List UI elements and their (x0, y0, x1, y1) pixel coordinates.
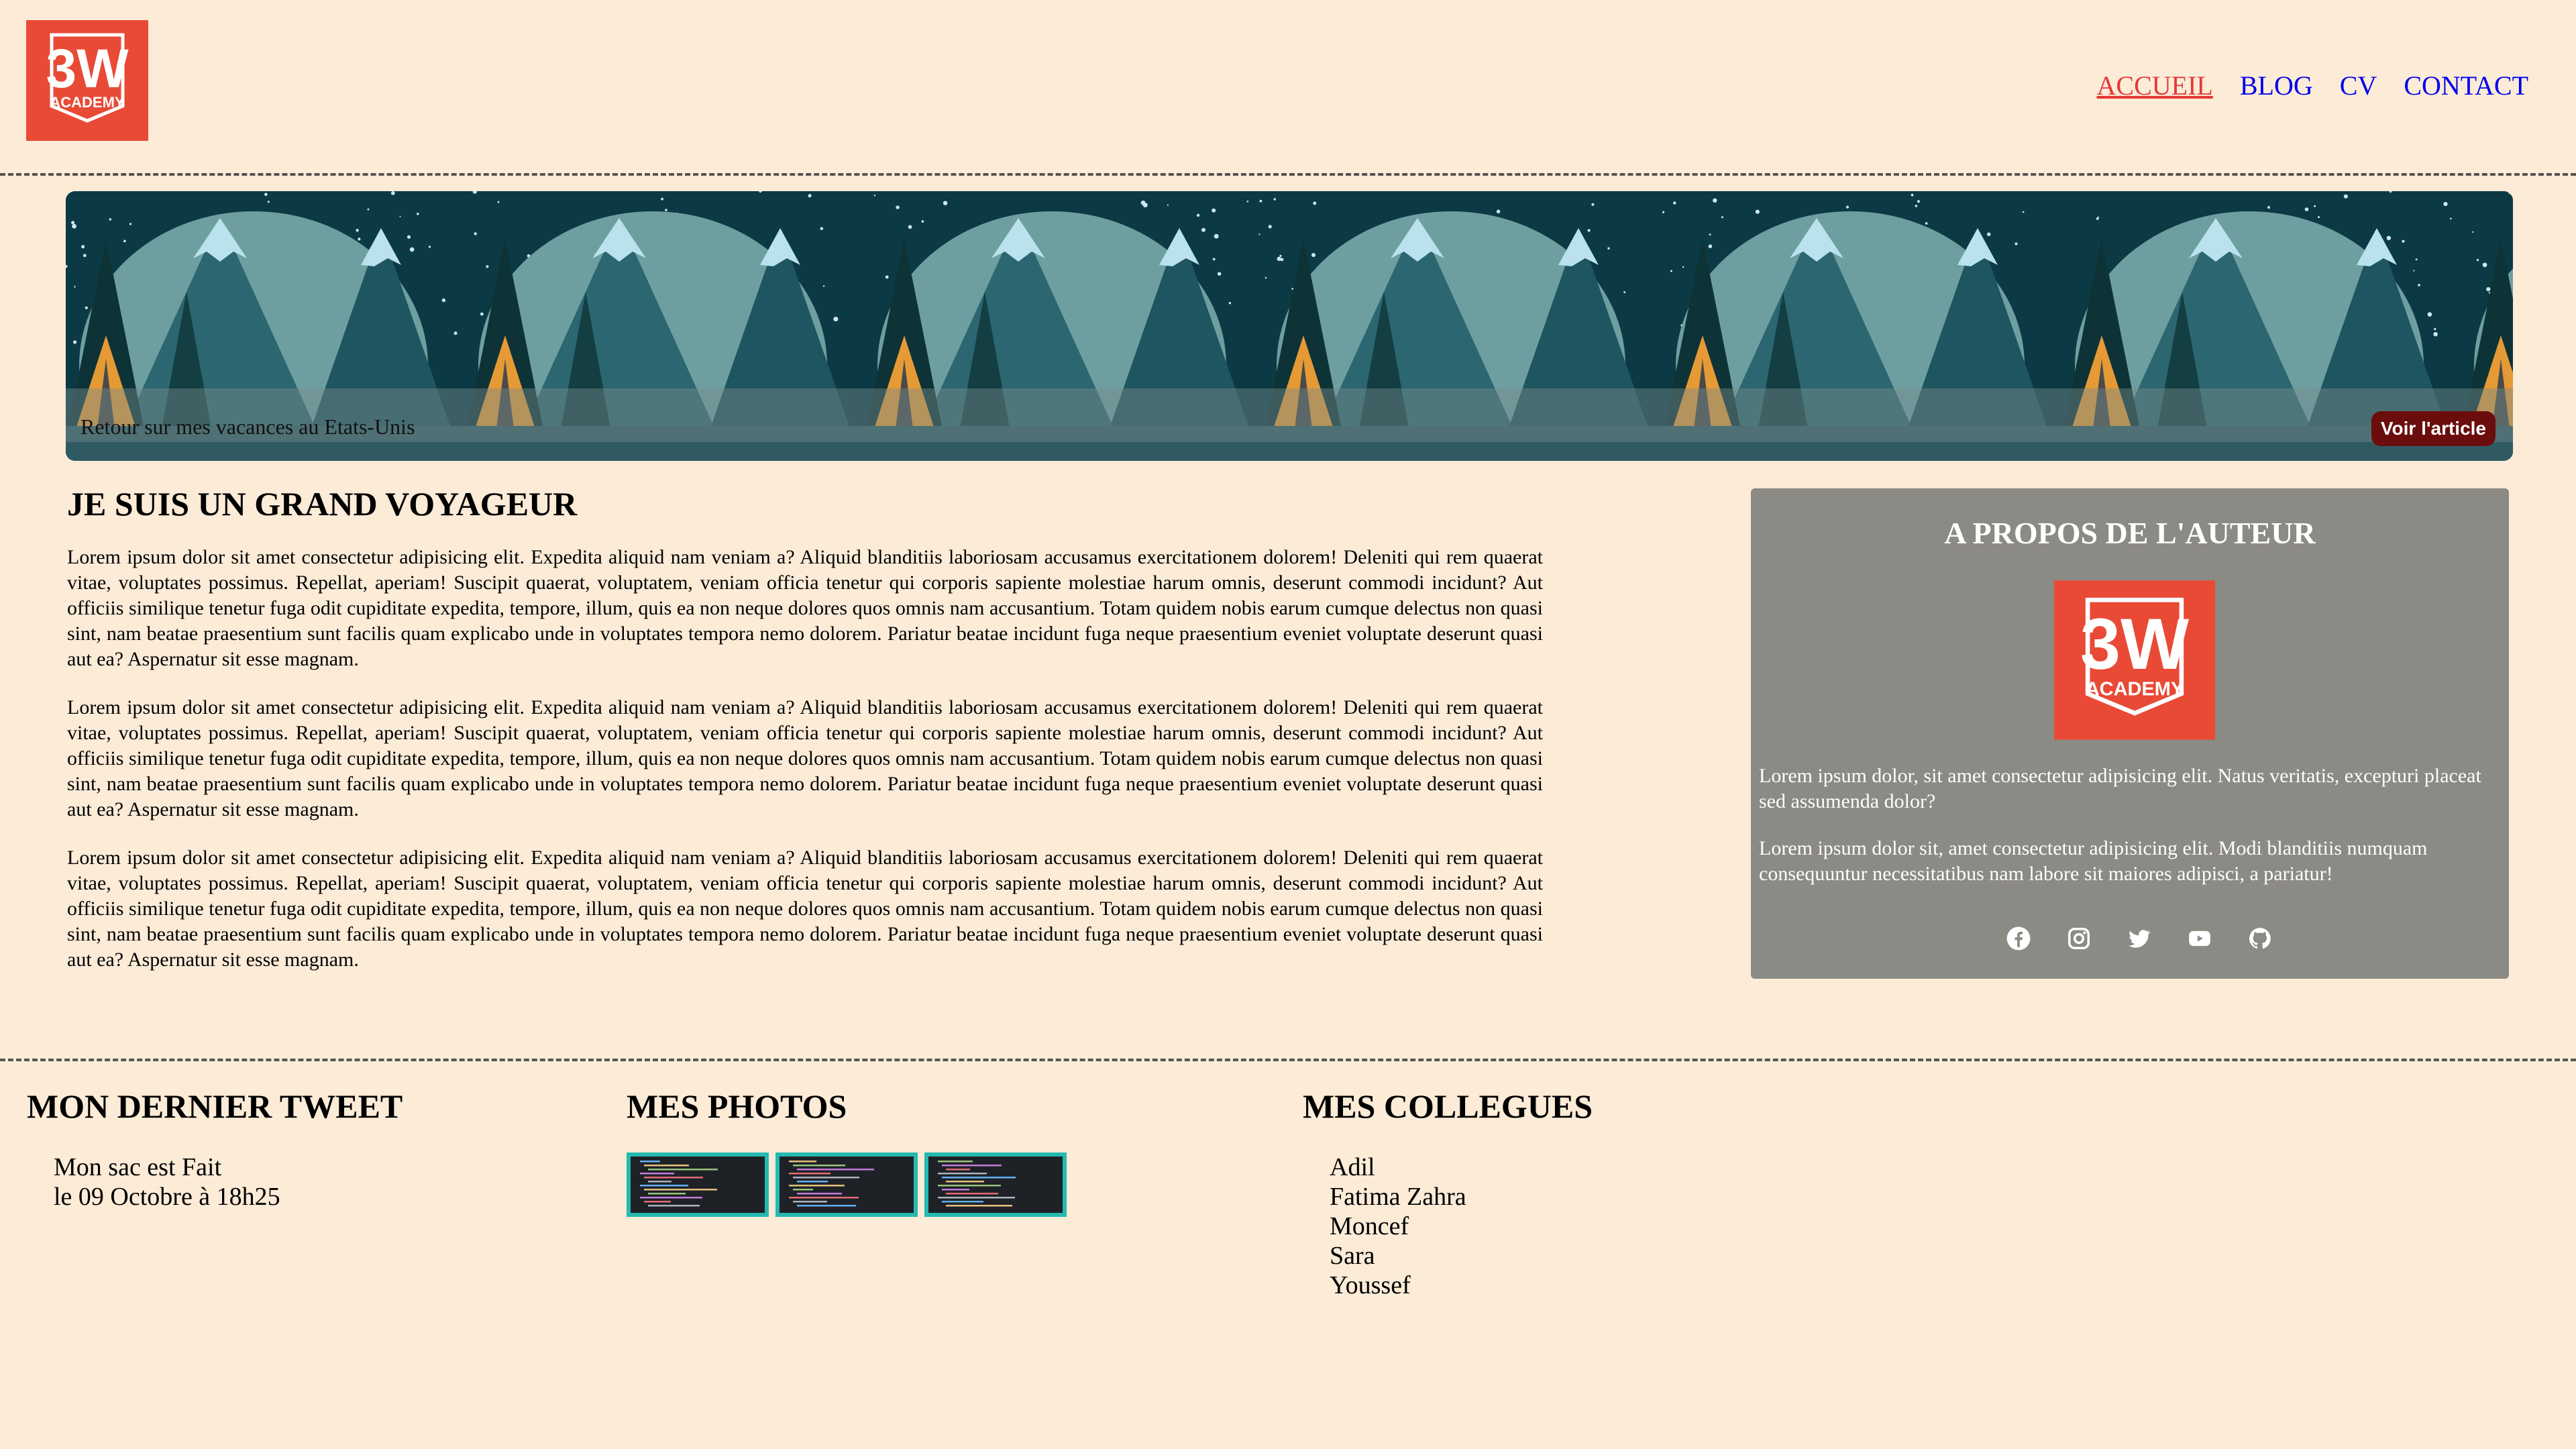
svg-text:3W: 3W (2080, 603, 2189, 684)
photos-section: MES PHOTOS (627, 1087, 1067, 1217)
youtube-icon[interactable] (2187, 926, 2212, 951)
article-paragraph: Lorem ipsum dolor sit amet consectetur a… (67, 847, 1543, 971)
colleagues-section: MES COLLEGUES Adil Fatima Zahra Moncef S… (1303, 1087, 1593, 1300)
photos-title: MES PHOTOS (627, 1087, 847, 1125)
nav-contact[interactable]: CONTACT (2404, 70, 2528, 101)
tweet-text: Mon sac est Fait (54, 1153, 222, 1181)
about-paragraph: Lorem ipsum dolor, sit amet consectetur … (1759, 765, 2481, 812)
article-title: JE SUIS UN GRAND VOYAGEUR (67, 485, 578, 523)
colleague-name: Adil (1330, 1153, 1375, 1181)
banner-caption-bar (66, 388, 2513, 442)
read-article-button[interactable]: Voir l'article (2371, 411, 2496, 446)
latest-tweet-section: MON DERNIER TWEET Mon sac est Fait le 09… (27, 1087, 402, 1212)
main-article: JE SUIS UN GRAND VOYAGEUR Lorem ipsum do… (67, 484, 1543, 996)
about-author-title: A PROPOS DE L'AUTEUR (1944, 516, 2316, 550)
main-nav: ACCUEIL BLOG CV CONTACT (2097, 70, 2528, 101)
nav-accueil[interactable]: ACCUEIL (2097, 70, 2213, 101)
nav-blog[interactable]: BLOG (2240, 70, 2313, 101)
svg-text:ACADEMY: ACADEMY (50, 94, 125, 111)
facebook-icon[interactable] (2006, 926, 2031, 951)
photo-thumbnail[interactable] (924, 1152, 1067, 1217)
banner-caption: Retour sur mes vacances au Etats-Unis (80, 415, 415, 439)
colleague-name: Fatima Zahra (1330, 1183, 1466, 1211)
site-header: 3W ACADEMY ACCUEIL BLOG CV CONTACT (0, 0, 2576, 176)
colleague-name: Moncef (1330, 1212, 1409, 1240)
author-avatar-logo: 3W ACADEMY (2054, 580, 2215, 740)
latest-tweet-title: MON DERNIER TWEET (27, 1087, 403, 1125)
site-footer: MON DERNIER TWEET Mon sac est Fait le 09… (0, 1059, 2576, 1449)
instagram-icon[interactable] (2066, 926, 2092, 951)
svg-text:3W: 3W (46, 38, 129, 99)
nav-cv[interactable]: CV (2340, 70, 2377, 101)
twitter-icon[interactable] (2127, 926, 2152, 951)
photo-gallery (627, 1152, 1067, 1217)
colleague-name: Sara (1330, 1242, 1375, 1270)
hero-banner: Retour sur mes vacances au Etats-Unis Vo… (66, 191, 2513, 461)
github-icon[interactable] (2247, 926, 2273, 951)
tweet-date: le 09 Octobre à 18h25 (54, 1183, 280, 1211)
about-paragraph: Lorem ipsum dolor sit, amet consectetur … (1759, 837, 2428, 885)
about-author-card: A PROPOS DE L'AUTEUR 3W ACADEMY Lorem ip… (1751, 488, 2509, 979)
social-links (2006, 926, 2273, 951)
colleagues-title: MES COLLEGUES (1303, 1087, 1593, 1125)
article-paragraph: Lorem ipsum dolor sit amet consectetur a… (67, 546, 1543, 670)
svg-text:ACADEMY: ACADEMY (2086, 679, 2184, 700)
colleague-name: Youssef (1330, 1271, 1411, 1299)
photo-thumbnail[interactable] (775, 1152, 918, 1217)
photo-thumbnail[interactable] (627, 1152, 769, 1217)
logo-3w-academy[interactable]: 3W ACADEMY (26, 20, 148, 141)
article-paragraph: Lorem ipsum dolor sit amet consectetur a… (67, 696, 1543, 820)
